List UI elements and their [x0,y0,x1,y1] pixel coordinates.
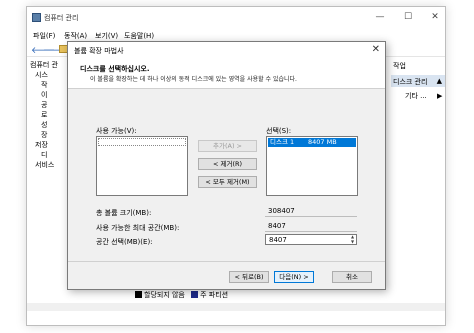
next-button[interactable]: 다음(N) > [274,271,314,283]
wizard-heading: 디스크를 선택하십시오. [80,65,150,73]
navigation-tree: 컴퓨터 관 시스 작 이 공 로 성 장 저장 디 서비스 [27,58,69,293]
legend-primary: 주 파티션 [200,291,229,299]
primary-partition-swatch-icon [191,291,199,298]
focus-row [98,138,186,146]
wizard-subheading: 이 볼륨을 확장하는 데 하나 이상의 동적 디스크에 있는 영역을 사용할 수… [90,76,297,83]
disk-legend: 할당되지 않음 주 파티션 [135,290,228,302]
menu-help[interactable]: 도움말(H) [124,31,154,41]
wizard-header: 디스크를 선택하십시오. 이 볼륨을 확장하는 데 하나 이상의 동적 디스크에… [68,58,385,89]
select-space-label: 공간 선택(MB)(E): [96,238,153,246]
tree-item[interactable]: 성 [41,120,47,130]
menu-action[interactable]: 동작(A) [64,31,87,41]
tree-item[interactable]: 장 [41,130,47,140]
window-title: 컴퓨터 관리 [44,14,79,22]
close-button[interactable]: ✕ [428,12,442,22]
tree-item[interactable]: 디 [41,150,47,160]
dialog-title: 볼륨 확장 마법사 [74,47,124,55]
actions-item-other[interactable]: 기타 ... ▶ [405,91,442,101]
extend-volume-wizard-dialog: 볼륨 확장 마법사 ✕ 디스크를 선택하십시오. 이 볼륨을 확장하는 데 하나… [67,41,386,290]
available-disks-list[interactable] [96,136,188,196]
selected-label: 선택(S): [266,127,292,135]
remove-button[interactable]: < 제거(R) [198,158,257,170]
select-space-value: 8407 [269,236,287,244]
selected-disks-list[interactable]: 디스크 1 8407 MB [266,136,358,196]
tree-item[interactable]: 시스 [35,70,48,80]
tree-item[interactable]: 서비스 [35,160,54,170]
cancel-button[interactable]: 취소 [332,271,372,283]
max-space-value: 8407 [265,221,357,232]
tree-item[interactable]: 공 [41,100,47,110]
actions-item-label: 기타 ... [405,92,427,100]
total-size-value: 308407 [265,206,357,217]
remove-all-button[interactable]: < 모두 제거(M) [198,176,257,188]
available-label: 사용 가능(V): [96,127,137,135]
dialog-close-button[interactable]: ✕ [372,44,380,55]
select-space-input[interactable]: 8407 ▲ ▼ [265,234,357,245]
disk-name: 디스크 1 [270,138,295,146]
chevron-up-icon[interactable]: ▲ [437,77,442,85]
disk-size: 8407 MB [308,138,337,146]
tree-item[interactable]: 저장 [35,140,48,150]
spin-buttons[interactable]: ▲ ▼ [349,234,356,245]
legend-unallocated: 할당되지 않음 [144,291,185,299]
actions-header: 작업 [393,62,406,70]
max-space-label: 사용 가능한 최대 공간(MB): [96,224,180,232]
actions-pane: 작업 디스크 관리 ▲ 기타 ... ▶ [391,58,445,118]
tree-item[interactable]: 로 [41,110,47,120]
total-size-label: 총 볼륨 크기(MB): [96,209,152,217]
menu-file[interactable]: 파일(F) [33,31,55,41]
title-bar: 컴퓨터 관리 — ☐ ✕ [27,7,445,29]
tree-item[interactable]: 작 [41,80,47,90]
tree-item-root[interactable]: 컴퓨터 관 [30,60,58,70]
dialog-title-bar: 볼륨 확장 마법사 ✕ [68,42,385,58]
maximize-button[interactable]: ☐ [401,12,415,22]
back-button[interactable]: < 뒤로(B) [229,271,269,283]
minimize-button[interactable]: — [373,12,387,22]
list-item[interactable]: 디스크 1 8407 MB [268,138,356,147]
menu-view[interactable]: 보기(V) [95,31,118,41]
status-strip [27,303,445,311]
computer-management-icon [32,13,41,22]
footer-separator [68,261,385,262]
tree-item[interactable]: 이 [41,90,47,100]
chevron-right-icon: ▶ [437,92,443,100]
spin-down-icon[interactable]: ▼ [349,239,356,245]
actions-item-disk-management[interactable]: 디스크 관리 ▲ [391,75,445,87]
add-button[interactable]: 추가(A) > [198,140,257,152]
actions-item-label: 디스크 관리 [393,78,428,86]
unallocated-swatch-icon [135,291,142,298]
